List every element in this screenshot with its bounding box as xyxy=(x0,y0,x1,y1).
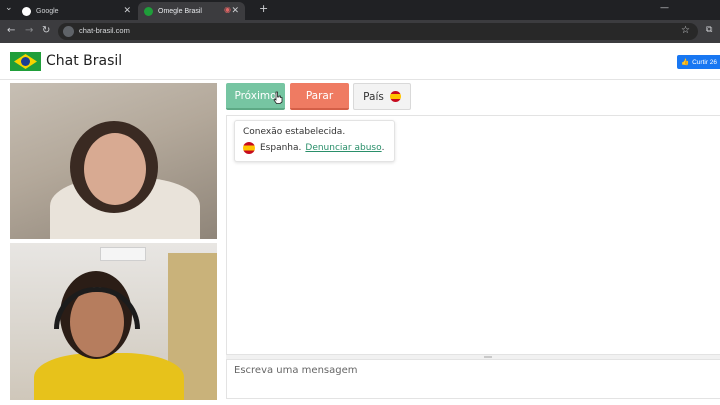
stranger-country: Espanha. xyxy=(260,143,302,153)
reload-icon[interactable]: ↻ xyxy=(42,25,50,36)
hand-cursor-icon xyxy=(273,91,283,104)
stranger-video xyxy=(10,83,217,239)
message-input-container xyxy=(226,359,720,399)
tab-search-icon[interactable]: ⌄ xyxy=(5,3,13,13)
spain-flag-icon xyxy=(243,142,255,154)
close-tab-icon[interactable]: ✕ xyxy=(123,5,131,16)
extensions-icon[interactable]: ⧉ xyxy=(706,25,712,35)
forward-icon[interactable]: → xyxy=(25,25,33,36)
report-suffix: . xyxy=(381,143,385,153)
site-info-icon[interactable] xyxy=(63,26,74,37)
tab-title: Google xyxy=(36,7,59,15)
report-abuse-link[interactable]: Denunciar abuso xyxy=(305,143,381,153)
bookmark-star-icon[interactable]: ☆ xyxy=(681,25,690,36)
recording-icon: ◉ xyxy=(224,5,231,14)
browser-toolbar: ← → ↻ chat-brasil.com ☆ ⧉ xyxy=(0,20,720,43)
browser-tabbar: ⌄ Google ✕ Omegle Brasil ◉ ✕ + — xyxy=(0,0,720,20)
tab-title: Omegle Brasil xyxy=(158,7,202,15)
brazil-favicon-icon xyxy=(144,6,153,16)
google-favicon-icon xyxy=(22,6,31,16)
new-tab-icon[interactable]: + xyxy=(259,2,268,15)
close-tab-icon[interactable]: ✕ xyxy=(231,5,239,16)
country-button[interactable]: País xyxy=(353,83,411,110)
stop-label: Parar xyxy=(305,89,334,102)
air-conditioner xyxy=(100,247,146,261)
tab-google[interactable]: Google ✕ xyxy=(16,2,137,20)
connection-status: Conexão estabelecida. xyxy=(243,127,346,137)
address-bar[interactable]: chat-brasil.com xyxy=(58,23,698,40)
url-text: chat-brasil.com xyxy=(79,26,130,35)
stop-button[interactable]: Parar xyxy=(290,83,349,110)
thumbs-up-icon: 👍 xyxy=(681,59,690,66)
self-video xyxy=(10,243,217,400)
back-icon[interactable]: ← xyxy=(7,25,15,36)
site-header: Chat Brasil 👍 Curtir 26 xyxy=(0,43,720,80)
site-title: Chat Brasil xyxy=(46,53,123,69)
system-message: Conexão estabelecida. Espanha. Denunciar… xyxy=(234,120,395,162)
country-label: País xyxy=(363,90,384,103)
tab-omegle-brasil[interactable]: Omegle Brasil ◉ ✕ xyxy=(138,2,245,20)
brazil-flag-logo xyxy=(10,52,41,71)
page: Chat Brasil 👍 Curtir 26 Próximo Parar Pa… xyxy=(0,43,720,405)
like-label: Curtir 26 xyxy=(692,58,718,66)
spain-flag-icon xyxy=(389,91,401,102)
facebook-like-button[interactable]: 👍 Curtir 26 xyxy=(677,55,720,69)
message-input[interactable] xyxy=(227,360,720,398)
next-label: Próximo xyxy=(234,89,277,102)
minimize-icon[interactable]: — xyxy=(660,3,669,13)
